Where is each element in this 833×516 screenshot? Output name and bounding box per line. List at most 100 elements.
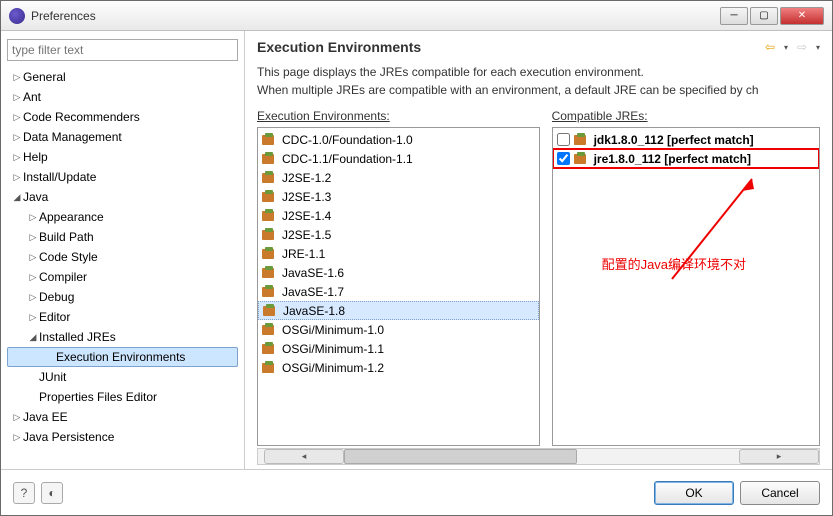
tree-item-label: Help — [23, 150, 48, 164]
expand-icon[interactable]: ▷ — [27, 272, 39, 283]
expand-icon[interactable]: ▷ — [11, 432, 23, 443]
env-row[interactable]: OSGi/Minimum-1.1 — [258, 339, 539, 358]
tree-item-java-persistence[interactable]: ▷Java Persistence — [7, 427, 238, 447]
tree-item-junit[interactable]: JUnit — [7, 367, 238, 387]
horizontal-scrollbar[interactable]: ◂ ▸ — [257, 448, 820, 465]
library-icon — [262, 190, 278, 204]
env-row[interactable]: OSGi/Minimum-1.2 — [258, 358, 539, 377]
env-row[interactable]: J2SE-1.2 — [258, 168, 539, 187]
jre-row[interactable]: jre1.8.0_112 [perfect match] — [553, 149, 819, 168]
env-row[interactable]: J2SE-1.5 — [258, 225, 539, 244]
collapse-icon[interactable]: ◢ — [27, 332, 39, 343]
expand-icon[interactable]: ▷ — [27, 292, 39, 303]
page-title: Execution Environments — [257, 39, 762, 55]
env-row[interactable]: JRE-1.1 — [258, 244, 539, 263]
env-row[interactable]: CDC-1.1/Foundation-1.1 — [258, 149, 539, 168]
tree-item-label: Code Recommenders — [23, 110, 140, 124]
titlebar[interactable]: Preferences ─ ▢ ✕ — [1, 1, 832, 31]
maximize-button[interactable]: ▢ — [750, 7, 778, 25]
tree-item-label: Install/Update — [23, 170, 96, 184]
expand-icon[interactable]: ▷ — [27, 232, 39, 243]
tree-item-debug[interactable]: ▷Debug — [7, 287, 238, 307]
app-icon — [9, 8, 25, 24]
footer: ? ◐ OK Cancel — [1, 469, 832, 515]
library-icon — [262, 152, 278, 166]
tree-item-build-path[interactable]: ▷Build Path — [7, 227, 238, 247]
expand-icon[interactable]: ▷ — [11, 412, 23, 423]
tree-item-compiler[interactable]: ▷Compiler — [7, 267, 238, 287]
filter-input[interactable] — [7, 39, 238, 61]
env-row[interactable]: JavaSE-1.7 — [258, 282, 539, 301]
env-list-label: Execution Environments: — [257, 109, 540, 123]
env-label: J2SE-1.5 — [282, 228, 331, 242]
library-icon — [262, 133, 278, 147]
env-label: J2SE-1.4 — [282, 209, 331, 223]
expand-icon[interactable]: ▷ — [27, 212, 39, 223]
forward-menu-icon[interactable]: ▾ — [816, 43, 820, 52]
expand-icon[interactable]: ▷ — [11, 112, 23, 123]
close-button[interactable]: ✕ — [780, 7, 824, 25]
library-icon — [262, 228, 278, 242]
tree-item-data-management[interactable]: ▷Data Management — [7, 127, 238, 147]
expand-icon[interactable]: ▷ — [11, 132, 23, 143]
env-label: CDC-1.1/Foundation-1.1 — [282, 152, 413, 166]
scroll-right-icon[interactable]: ▸ — [739, 449, 819, 464]
minimize-button[interactable]: ─ — [720, 7, 748, 25]
tree-item-label: Execution Environments — [56, 350, 185, 364]
scroll-left-icon[interactable]: ◂ — [264, 449, 344, 464]
tree-item-install-update[interactable]: ▷Install/Update — [7, 167, 238, 187]
expand-icon[interactable]: ▷ — [11, 172, 23, 183]
tree-item-ant[interactable]: ▷Ant — [7, 87, 238, 107]
back-icon[interactable]: ⇦ — [762, 39, 778, 55]
library-icon — [262, 247, 278, 261]
category-tree[interactable]: ▷General▷Ant▷Code Recommenders▷Data Mana… — [7, 67, 238, 461]
env-row[interactable]: JavaSE-1.6 — [258, 263, 539, 282]
jre-label: jdk1.8.0_112 [perfect match] — [594, 133, 754, 147]
jre-icon — [574, 152, 590, 166]
import-export-button[interactable]: ◐ — [41, 482, 63, 504]
forward-icon[interactable]: ⇨ — [794, 39, 810, 55]
expand-icon[interactable]: ▷ — [11, 92, 23, 103]
page-description: This page displays the JREs compatible f… — [257, 63, 820, 99]
tree-item-properties-files-editor[interactable]: Properties Files Editor — [7, 387, 238, 407]
tree-item-general[interactable]: ▷General — [7, 67, 238, 87]
env-row[interactable]: OSGi/Minimum-1.0 — [258, 320, 539, 339]
env-row[interactable]: J2SE-1.4 — [258, 206, 539, 225]
jre-checkbox[interactable] — [557, 133, 570, 146]
back-menu-icon[interactable]: ▾ — [784, 43, 788, 52]
env-row[interactable]: CDC-1.0/Foundation-1.0 — [258, 130, 539, 149]
env-label: JRE-1.1 — [282, 247, 325, 261]
tree-item-label: Compiler — [39, 270, 87, 284]
tree-item-help[interactable]: ▷Help — [7, 147, 238, 167]
tree-item-execution-environments[interactable]: Execution Environments — [7, 347, 238, 367]
tree-item-java[interactable]: ◢Java — [7, 187, 238, 207]
tree-item-installed-jres[interactable]: ◢Installed JREs — [7, 327, 238, 347]
expand-icon[interactable]: ▷ — [11, 72, 23, 83]
env-row[interactable]: J2SE-1.3 — [258, 187, 539, 206]
tree-item-java-ee[interactable]: ▷Java EE — [7, 407, 238, 427]
env-list[interactable]: CDC-1.0/Foundation-1.0 CDC-1.1/Foundation… — [257, 127, 540, 446]
env-row[interactable]: JavaSE-1.8 — [258, 301, 539, 320]
tree-item-label: Editor — [39, 310, 70, 324]
tree-item-editor[interactable]: ▷Editor — [7, 307, 238, 327]
env-label: OSGi/Minimum-1.2 — [282, 361, 384, 375]
tree-item-appearance[interactable]: ▷Appearance — [7, 207, 238, 227]
library-icon — [262, 342, 278, 356]
jre-checkbox[interactable] — [557, 152, 570, 165]
scroll-thumb[interactable] — [344, 449, 577, 464]
tree-item-code-recommenders[interactable]: ▷Code Recommenders — [7, 107, 238, 127]
library-icon — [262, 361, 278, 375]
help-button[interactable]: ? — [13, 482, 35, 504]
expand-icon[interactable]: ▷ — [27, 252, 39, 263]
cancel-button[interactable]: Cancel — [740, 481, 820, 505]
ok-button[interactable]: OK — [654, 481, 734, 505]
jre-list[interactable]: jdk1.8.0_112 [perfect match] jre1.8.0_112… — [552, 127, 820, 446]
window-title: Preferences — [31, 9, 720, 23]
expand-icon[interactable]: ▷ — [27, 312, 39, 323]
tree-item-code-style[interactable]: ▷Code Style — [7, 247, 238, 267]
jre-row[interactable]: jdk1.8.0_112 [perfect match] — [553, 130, 819, 149]
collapse-icon[interactable]: ◢ — [11, 192, 23, 203]
expand-icon[interactable]: ▷ — [11, 152, 23, 163]
env-label: CDC-1.0/Foundation-1.0 — [282, 133, 413, 147]
jre-label: jre1.8.0_112 [perfect match] — [594, 152, 751, 166]
